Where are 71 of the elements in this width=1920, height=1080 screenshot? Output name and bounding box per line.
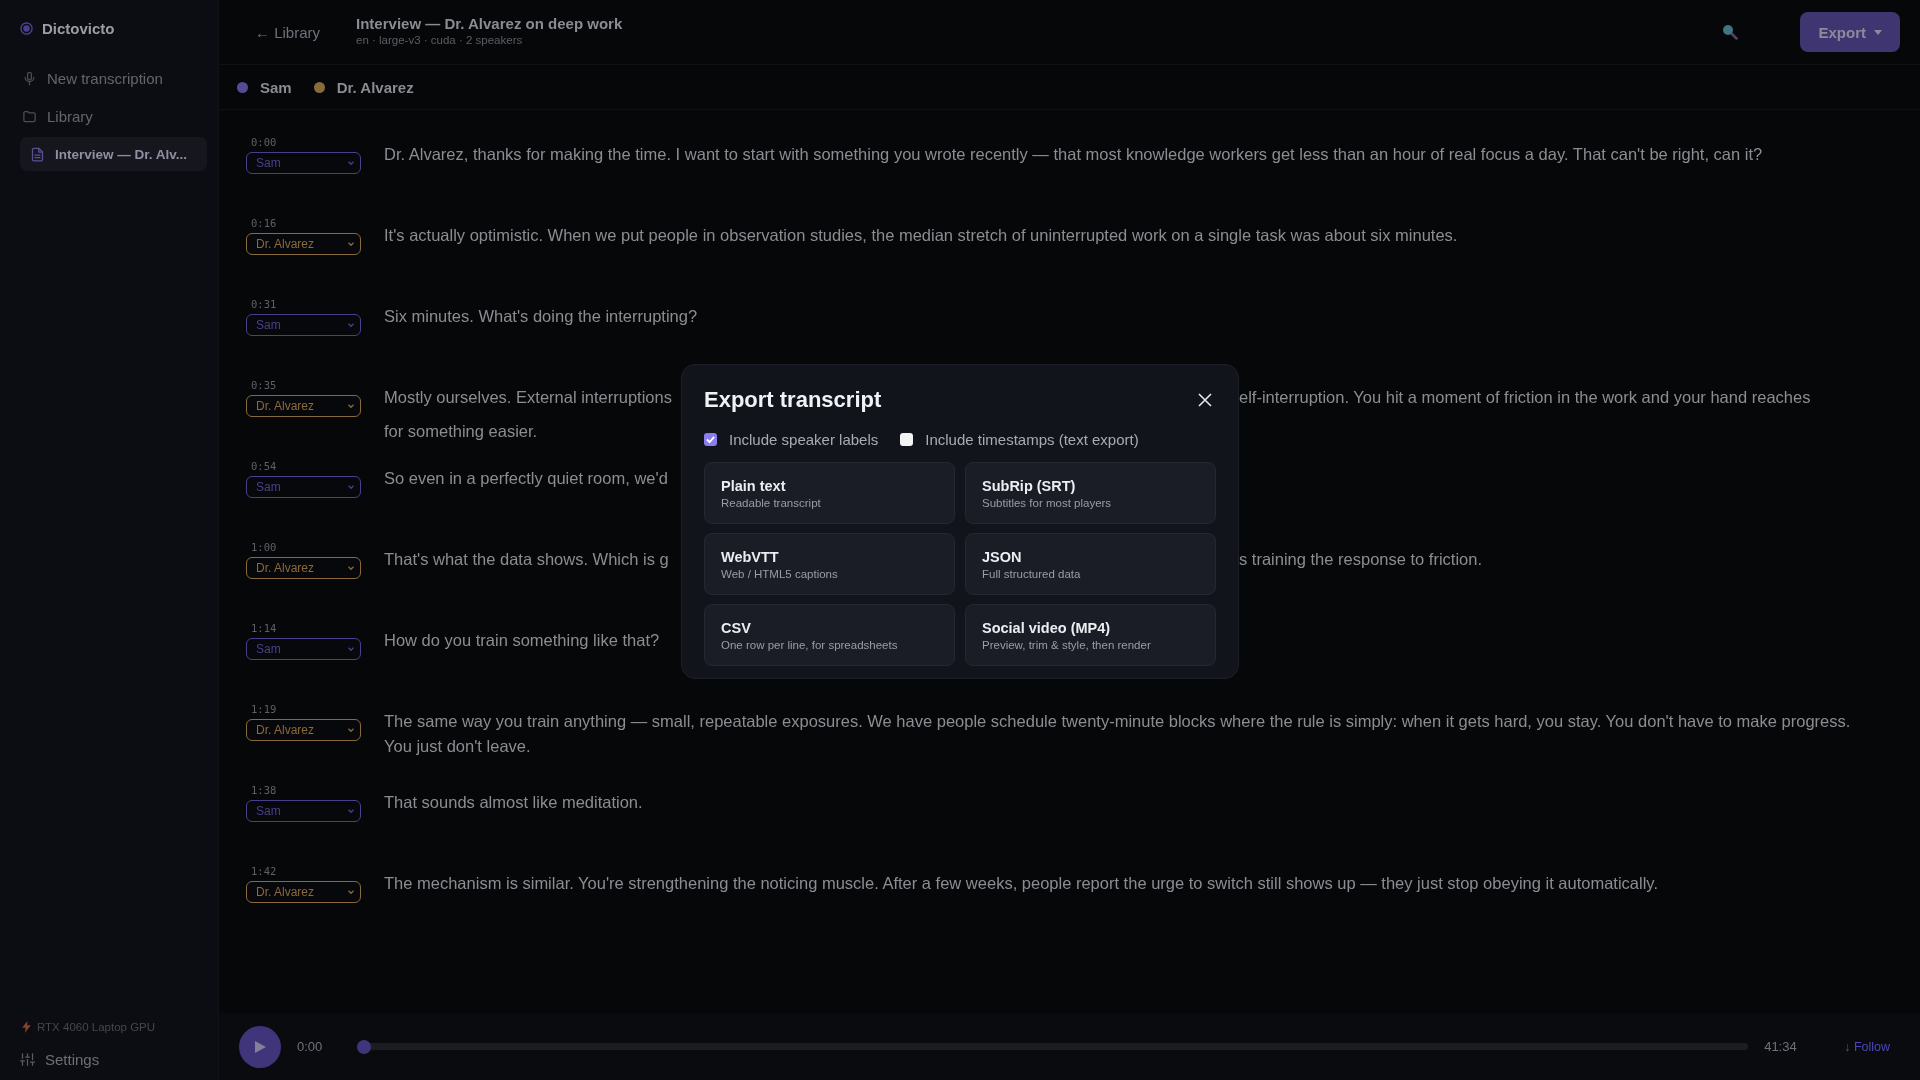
format-option[interactable]: Social video (MP4) Preview, trim & style, then render	[965, 604, 1216, 666]
timestamp: 0:00	[250, 136, 277, 148]
lightning-icon	[22, 1021, 31, 1033]
sidebar-item[interactable]: Interview — Dr. Alv...	[20, 137, 207, 171]
speaker-name: Sam	[260, 78, 292, 96]
transcript-text: That sounds almost like meditation.	[384, 792, 643, 813]
transcript-text: s training the response to friction.	[1239, 549, 1483, 570]
speaker-select[interactable]: Sam	[246, 638, 361, 660]
speaker-select[interactable]: Dr. Alvarez	[246, 881, 361, 903]
speaker-select[interactable]: Sam	[246, 476, 361, 498]
timestamp: 0:31	[250, 298, 277, 310]
transcript-meta: en · large-v3 · cuda · 2 speakers	[356, 33, 523, 46]
checkbox-label: Include speaker labels	[729, 431, 879, 448]
microphone-icon	[22, 70, 37, 86]
speaker-select[interactable]: Dr. Alvarez	[246, 719, 361, 741]
dialog-title: Export transcript	[704, 387, 882, 413]
settings-button[interactable]: Settings	[20, 1051, 100, 1068]
folder-icon	[22, 108, 37, 124]
transcript-text: So even in a perfectly quiet room, we'd	[384, 468, 668, 489]
transcript-text: How do you train something like that?	[384, 630, 660, 651]
follow-link[interactable]: ↓ Follow	[1844, 1039, 1890, 1054]
format-option[interactable]: WebVTT Web / HTML5 captions	[704, 533, 955, 595]
speaker-select[interactable]: Dr. Alvarez	[246, 557, 361, 579]
speaker-select[interactable]: Dr. Alvarez	[246, 395, 361, 417]
transcript-title: Interview — Dr. Alvarez on deep work	[356, 14, 623, 32]
transcript-text: for something easier.	[384, 420, 538, 442]
caret-icon	[1874, 29, 1882, 35]
logo-icon	[20, 22, 33, 35]
sidebar-item[interactable]: New transcription	[20, 61, 207, 95]
transcript-text: elf-interruption. You hit a moment of friction in the work and your hand reaches	[1239, 387, 1811, 408]
format-option[interactable]: SubRip (SRT) Subtitles for most players	[965, 462, 1216, 524]
transcript-text: The same way you train anything — small, repeatable exposures. We have people schedule twenty-minute blocks where the rule is simply: when it gets hard, you stay. You don't have to make progress. You just don't leave.	[384, 711, 1852, 757]
speaker-select[interactable]: Dr. Alvarez	[246, 233, 361, 255]
sliders-icon	[20, 1052, 35, 1067]
gpu-label: RTX 4060 Laptop GPU	[37, 1021, 156, 1033]
duration: 41:34	[1764, 1039, 1798, 1054]
transcript-text: The mechanism is similar. You're strengthening the noticing muscle. After a few weeks, people report the urge to switch still shows up — they just stop obeying it automatically.	[384, 873, 1658, 894]
timestamp: 0:54	[250, 460, 277, 472]
timestamp: 0:16	[250, 217, 277, 229]
transcript-text: Mostly ourselves. External interruptions	[384, 387, 672, 408]
transcript-text: Dr. Alvarez, thanks for making the time. I want to start with something you wrote recently — that most knowledge workers get less than an hour of real focus a day. That can't be right, can it?	[384, 144, 1763, 165]
speaker-select[interactable]: Sam	[246, 152, 361, 174]
back-link[interactable]: ← Library	[255, 23, 321, 41]
speaker-name: Dr. Alvarez	[336, 78, 414, 96]
format-option[interactable]: CSV One row per line, for spreadsheets	[704, 604, 955, 666]
format-option[interactable]: JSON Full structured data	[965, 533, 1216, 595]
checkbox[interactable]	[900, 433, 914, 446]
document-icon	[30, 146, 45, 162]
app-name: Dictovicto	[42, 20, 115, 37]
play-icon	[254, 1040, 266, 1053]
close-icon	[1198, 393, 1212, 407]
timestamp: 1:14	[250, 622, 277, 634]
timestamp: 1:38	[250, 784, 277, 796]
timestamp: 1:42	[250, 865, 277, 877]
speaker-select[interactable]: Sam	[246, 314, 361, 336]
timestamp: 1:00	[250, 541, 277, 553]
checkbox[interactable]	[704, 433, 717, 446]
transcript-text: That's what the data shows. Which is g	[384, 549, 669, 570]
timestamp: 0:35	[250, 379, 277, 391]
format-option[interactable]: Plain text Readable transcript	[704, 462, 955, 524]
checkbox-label: Include timestamps (text export)	[925, 431, 1139, 448]
export-button[interactable]: Export	[1800, 12, 1900, 52]
timestamp: 1:19	[250, 703, 277, 715]
elapsed-time: 0:00	[297, 1039, 324, 1054]
speaker-select[interactable]: Sam	[246, 800, 361, 822]
play-button[interactable]	[239, 1025, 281, 1068]
transcript-text: It's actually optimistic. When we put people in observation studies, the median stretch of uninterrupted work on a single task was about six minutes.	[384, 225, 1458, 246]
progress-thumb[interactable]	[357, 1039, 371, 1054]
transcript-text: Six minutes. What's doing the interrupting?	[384, 306, 698, 327]
search-icon[interactable]	[1722, 24, 1739, 40]
sidebar-item[interactable]: Library	[20, 99, 207, 133]
